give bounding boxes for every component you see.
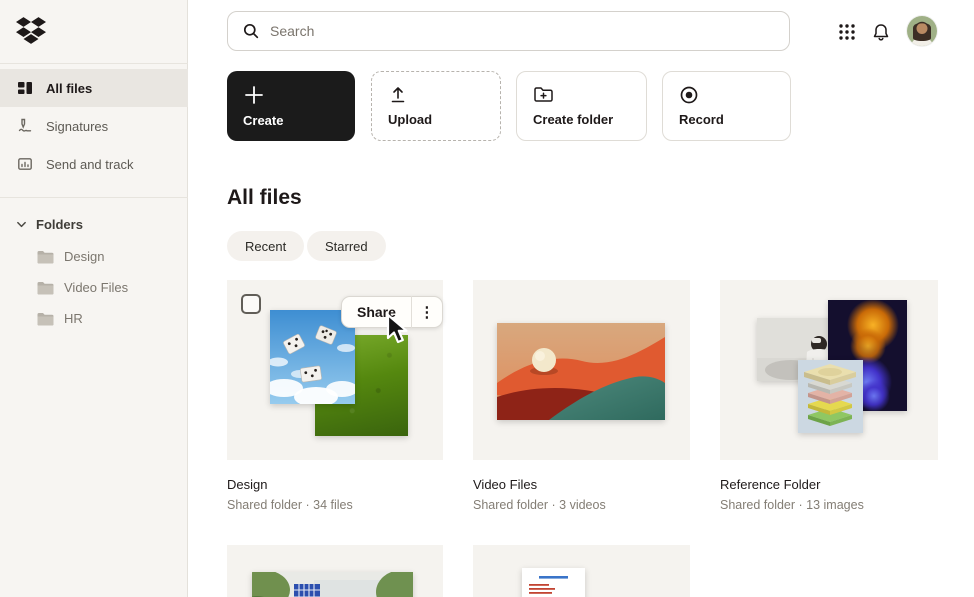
sidebar-folder-video-files[interactable]: Video Files bbox=[0, 272, 188, 303]
upload-button[interactable]: Upload bbox=[371, 71, 501, 141]
folder-icon bbox=[37, 281, 54, 294]
sidebar-divider bbox=[0, 197, 188, 198]
folder-card-design[interactable]: Share ⋮ bbox=[227, 280, 443, 460]
folders-section-toggle[interactable]: Folders bbox=[0, 207, 188, 241]
sidebar-item-label: Send and track bbox=[46, 156, 134, 172]
sidebar-folder-hr[interactable]: HR bbox=[0, 303, 188, 334]
page-title: All files bbox=[227, 186, 302, 209]
dropbox-logo-icon[interactable] bbox=[16, 17, 46, 44]
sidebar-folders-section: Folders Design Video Files HR bbox=[0, 207, 188, 334]
search-input[interactable] bbox=[270, 23, 750, 39]
dropbox-app-window: All files Signatures Send and track Fold… bbox=[0, 0, 974, 597]
sidebar-item-label: All files bbox=[46, 80, 93, 96]
signature-pen-icon bbox=[18, 118, 32, 132]
upload-button-label: Upload bbox=[388, 112, 433, 127]
sidebar-item-signatures[interactable]: Signatures bbox=[0, 107, 188, 145]
card-name[interactable]: Video Files bbox=[473, 477, 537, 492]
record-button[interactable]: Record bbox=[662, 71, 791, 141]
folder-item-label: HR bbox=[64, 311, 83, 326]
card-name[interactable]: Reference Folder bbox=[720, 477, 820, 492]
create-folder-button[interactable]: Create folder bbox=[516, 71, 647, 141]
folder-item-label: Video Files bbox=[64, 280, 129, 295]
business-letter-doc bbox=[522, 568, 585, 597]
send-track-chart-icon bbox=[18, 158, 32, 170]
card-meta: Shared folder · 3 videos bbox=[473, 498, 606, 512]
card-meta: Shared folder · 13 images bbox=[720, 498, 864, 512]
sidebar-item-send-and-track[interactable]: Send and track bbox=[0, 145, 188, 183]
apps-grid-icon[interactable] bbox=[838, 23, 856, 41]
folder-icon bbox=[37, 250, 54, 263]
folder-icon bbox=[37, 312, 54, 325]
record-icon bbox=[679, 85, 699, 110]
sidebar: All files Signatures Send and track Fold… bbox=[0, 0, 188, 597]
record-button-label: Record bbox=[679, 112, 724, 127]
create-button-label: Create bbox=[243, 113, 284, 128]
sidebar-folder-design[interactable]: Design bbox=[0, 241, 188, 272]
all-files-icon bbox=[18, 82, 32, 94]
courtyard-photo bbox=[252, 572, 413, 597]
sidebar-nav: All files Signatures Send and track bbox=[0, 69, 188, 183]
folder-card-video-files[interactable] bbox=[473, 280, 690, 460]
filter-chip-label: Recent bbox=[245, 238, 287, 254]
chevron-down-icon bbox=[17, 221, 26, 227]
folder-item-label: Design bbox=[64, 249, 105, 264]
folder-plus-icon bbox=[533, 85, 554, 110]
filter-chip-starred[interactable]: Starred bbox=[307, 231, 386, 261]
abstract-waves-art bbox=[497, 323, 665, 420]
user-avatar[interactable] bbox=[907, 16, 937, 46]
card-meta: Shared folder · 34 files bbox=[227, 498, 353, 512]
folder-card-partial-1[interactable] bbox=[227, 545, 443, 597]
kebab-menu-icon[interactable]: ⋮ bbox=[412, 303, 442, 321]
sidebar-divider bbox=[0, 63, 188, 64]
folders-section-label: Folders bbox=[36, 216, 83, 232]
create-button[interactable]: Create bbox=[227, 71, 355, 141]
folder-card-partial-2[interactable] bbox=[473, 545, 690, 597]
create-folder-button-label: Create folder bbox=[533, 112, 614, 127]
filter-chip-label: Starred bbox=[325, 238, 368, 254]
card-name[interactable]: Design bbox=[227, 477, 267, 492]
plus-icon bbox=[243, 84, 265, 111]
search-bar[interactable] bbox=[227, 11, 790, 51]
folder-card-reference[interactable] bbox=[720, 280, 938, 460]
notifications-bell-icon[interactable] bbox=[872, 23, 890, 41]
filter-chip-recent[interactable]: Recent bbox=[227, 231, 305, 261]
stacked-layers-art bbox=[798, 360, 863, 433]
upload-icon bbox=[388, 85, 408, 110]
sidebar-item-all-files[interactable]: All files bbox=[0, 69, 188, 107]
file-checkbox[interactable] bbox=[241, 294, 261, 314]
search-icon bbox=[243, 23, 259, 39]
mouse-cursor bbox=[385, 313, 412, 351]
sidebar-item-label: Signatures bbox=[46, 118, 109, 134]
